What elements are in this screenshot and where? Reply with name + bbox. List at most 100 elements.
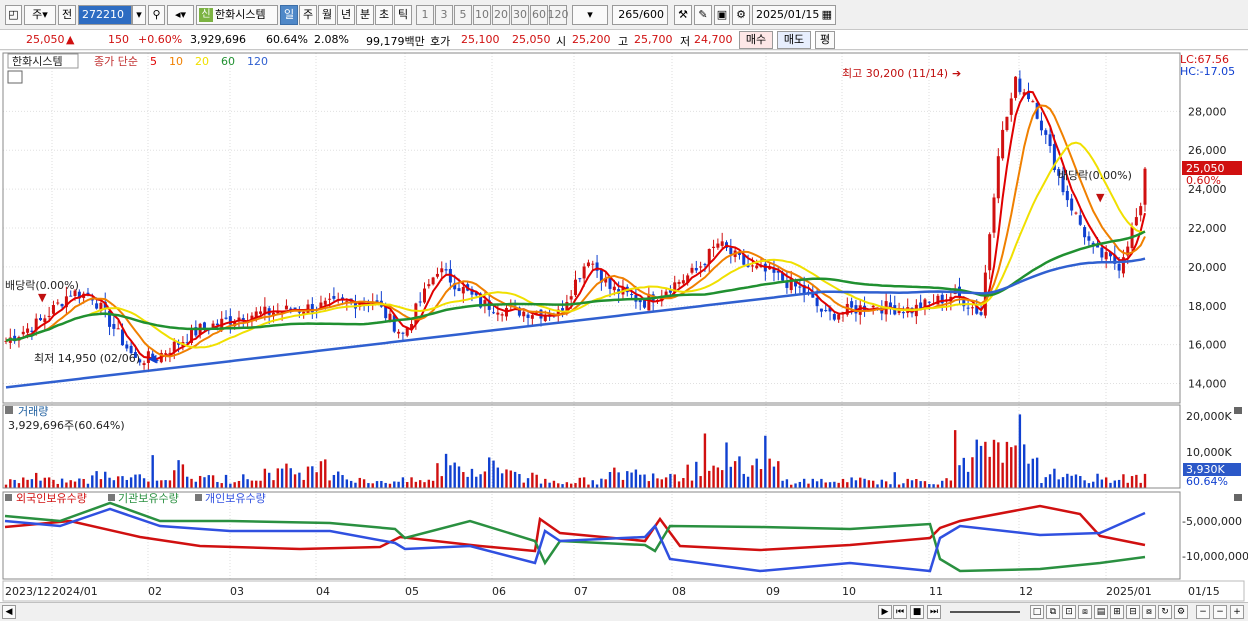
count-input[interactable]: 265/600 — [612, 5, 668, 25]
interval-60[interactable]: 60 — [530, 5, 548, 25]
volume-bar — [587, 484, 590, 488]
period-2[interactable]: 월 — [318, 5, 336, 25]
buy-button[interactable]: 매수 — [739, 31, 773, 49]
view-icon-7[interactable]: ⊟ — [1126, 605, 1140, 619]
volume-bar — [1031, 458, 1035, 488]
volume-bar — [1100, 479, 1104, 488]
view-icon-2[interactable]: ⧉ — [1046, 605, 1060, 619]
settings-icon[interactable]: ⚙ — [1174, 605, 1188, 619]
view-icon-4[interactable]: ⧈ — [1078, 605, 1092, 619]
date-value: 2025/01/15 — [756, 8, 820, 21]
candle-body — [60, 304, 64, 307]
interval-30[interactable]: 30 — [511, 5, 529, 25]
save-icon[interactable]: ▣ — [714, 5, 730, 25]
volume-bar — [99, 479, 103, 488]
volume-tick-0: 20,000K — [1186, 410, 1232, 423]
volume-bar — [129, 477, 133, 488]
gear-icon[interactable]: ⚙ — [732, 5, 750, 25]
candle-body — [164, 353, 168, 355]
interval-dropdown[interactable]: ▾ — [572, 5, 608, 25]
code-dropdown-icon[interactable]: ▾ — [132, 5, 146, 25]
volume-bar — [56, 483, 59, 488]
interval-5[interactable]: 5 — [454, 5, 472, 25]
interval-20[interactable]: 20 — [492, 5, 510, 25]
chart-area[interactable]: 28,000 26,000 24,000 22,000 20,000 18,000 16,0… — [0, 51, 1248, 602]
volume-bar — [824, 482, 827, 488]
company-name[interactable]: 신 한화시스템 — [196, 5, 278, 25]
candle-body — [125, 344, 129, 349]
scrollbar[interactable]: ◀ ▶ ⏮ ■ ⏭ □ ⧉ ⊡ ⧈ ▤ ⊞ ⊟ ⧇ ↻ ⚙ − − + — [0, 602, 1248, 621]
chart-svg[interactable]: 28,00026,00024,00022,00020,00018,00016,0… — [0, 51, 1248, 602]
view-icon-6[interactable]: ⊞ — [1110, 605, 1124, 619]
view-icon-5[interactable]: ▤ — [1094, 605, 1108, 619]
interval-3[interactable]: 3 — [435, 5, 453, 25]
window-menu-icon[interactable]: ◰ — [5, 5, 22, 25]
period-4[interactable]: 분 — [356, 5, 374, 25]
interval-1[interactable]: 1 — [416, 5, 434, 25]
individual-legend-icon — [195, 494, 202, 501]
scroll-right-icon[interactable]: ▶ — [878, 605, 892, 619]
zoom-out-icon[interactable]: − — [1196, 605, 1210, 619]
volume-bar — [470, 468, 474, 488]
volume-bar — [449, 465, 452, 488]
candle-body — [224, 317, 228, 319]
view-icon-3[interactable]: ⊡ — [1062, 605, 1076, 619]
zoom-in-icon[interactable]: + — [1230, 605, 1244, 619]
moving-averages — [5, 90, 1146, 389]
tool-icon-1[interactable]: ⚒ — [674, 5, 692, 25]
interval-120[interactable]: 120 — [548, 5, 569, 25]
search-icon[interactable]: ⚲ — [148, 5, 165, 25]
view-icon-1[interactable]: □ — [1030, 605, 1044, 619]
volume-bar — [695, 461, 698, 488]
volume-bar — [988, 456, 991, 488]
period-5[interactable]: 초 — [375, 5, 393, 25]
volume-bar — [742, 473, 745, 488]
panel-menu-icon — [7, 70, 23, 84]
volume-bar — [936, 484, 940, 488]
scroll-left-icon[interactable]: ◀ — [2, 605, 16, 619]
candle-body — [120, 329, 124, 346]
draw-tool-icon[interactable]: ✎ — [694, 5, 712, 25]
interval-10[interactable]: 10 — [473, 5, 491, 25]
volume-bar — [13, 479, 16, 488]
volume: 3,929,696 — [190, 33, 246, 46]
volume-bar — [975, 439, 978, 488]
candle-body — [388, 313, 392, 321]
zoom-slider[interactable] — [950, 611, 1020, 613]
speaker-icon[interactable]: ◂▾ — [167, 5, 194, 25]
volume-bar — [220, 483, 223, 488]
candle-body — [699, 266, 703, 268]
minus-icon[interactable]: − — [1213, 605, 1227, 619]
volume-bar — [1087, 483, 1091, 488]
stop-icon[interactable]: ■ — [910, 605, 924, 619]
period-0[interactable]: 일 — [280, 5, 298, 25]
forward-icon[interactable]: ⏭ — [927, 605, 941, 619]
prev-button[interactable]: 전 — [58, 5, 76, 25]
volume-bar — [815, 481, 819, 488]
candle-body — [1018, 78, 1022, 92]
average-button[interactable]: 평 — [815, 31, 835, 49]
volume-bar — [915, 479, 918, 488]
period-6[interactable]: 틱 — [394, 5, 412, 25]
refresh-icon[interactable]: ↻ — [1158, 605, 1172, 619]
volume-bar — [621, 479, 625, 488]
mode-select[interactable]: 주 ▾ — [24, 5, 56, 25]
rewind-icon[interactable]: ⏮ — [893, 605, 907, 619]
sell-button[interactable]: 매도 — [777, 31, 811, 49]
volume-bar — [1014, 445, 1017, 488]
date-input[interactable]: 2025/01/15 ▦ — [752, 5, 836, 25]
volume-bar — [52, 479, 55, 488]
candle-body — [647, 294, 651, 311]
volume-bar — [578, 477, 582, 488]
volume-bar — [1057, 479, 1060, 488]
current-pct-label: 0.60% — [1186, 174, 1221, 187]
volume-bar — [777, 461, 780, 488]
volume-bar — [427, 479, 431, 488]
x-label-12: 12 — [1019, 585, 1033, 598]
stock-code-input[interactable]: 272210 — [78, 5, 132, 25]
period-1[interactable]: 주 — [299, 5, 317, 25]
volume-bar — [82, 478, 85, 488]
candle-body — [26, 328, 30, 333]
view-icon-8[interactable]: ⧇ — [1142, 605, 1156, 619]
period-3[interactable]: 년 — [337, 5, 355, 25]
